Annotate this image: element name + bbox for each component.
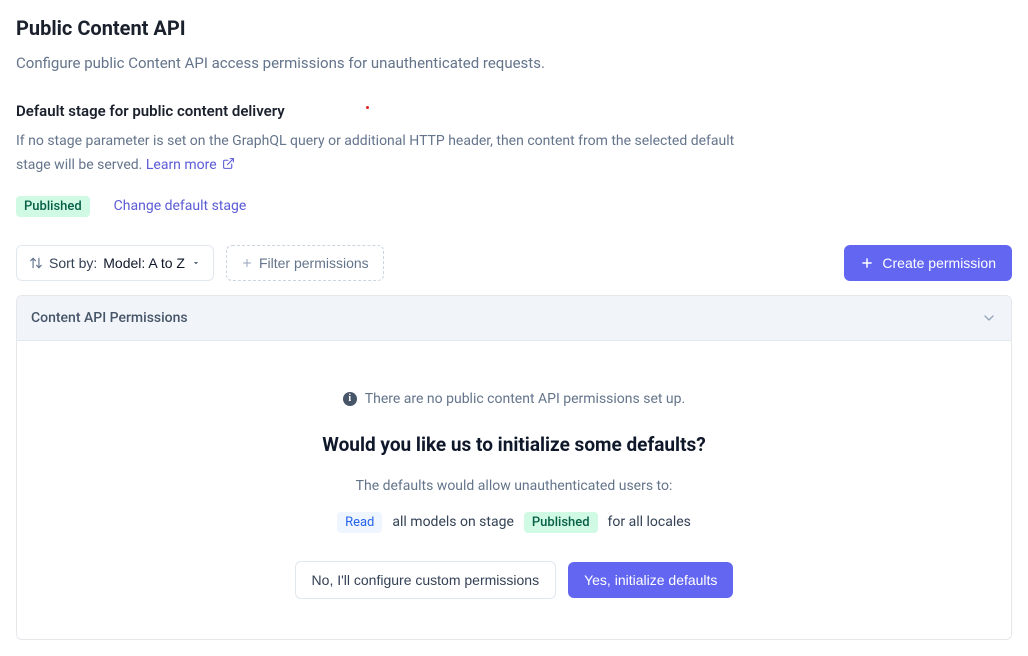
empty-state-heading: Would you like us to initialize some def… [37,433,991,456]
yes-initialize-defaults-button[interactable]: Yes, initialize defaults [568,562,733,598]
chevron-down-icon [981,310,997,326]
no-custom-permissions-button[interactable]: No, I'll configure custom permissions [295,561,557,599]
external-link-icon [222,157,235,170]
empty-state-buttons: No, I'll configure custom permissions Ye… [37,561,991,599]
permissions-panel-header[interactable]: Content API Permissions [17,296,1011,341]
info-icon: i [343,392,357,406]
default-stage-heading: Default stage for public content deliver… [16,102,1012,120]
create-permission-label: Create permission [882,255,996,271]
filter-label: Filter permissions [259,255,369,271]
empty-state-desc: The defaults would allow unauthenticated… [37,478,991,494]
filter-permissions-button[interactable]: Filter permissions [226,245,384,281]
sort-value: Model: A to Z [103,255,185,271]
default-stage-row: Published Change default stage [16,196,1012,217]
decorative-dot [366,106,369,109]
plus-icon [860,256,874,270]
permissions-panel: Content API Permissions i There are no p… [16,295,1012,640]
learn-more-label: Learn more [146,157,217,173]
default-stage-text: If no stage parameter is set on the Grap… [16,133,734,173]
create-permission-button[interactable]: Create permission [844,245,1012,281]
sort-button[interactable]: Sort by: Model: A to Z [16,245,214,281]
learn-more-link[interactable]: Learn more [146,157,235,173]
sort-icon [29,256,43,270]
text-segment: for all locales [608,514,691,530]
permissions-panel-body: i There are no public content API permis… [17,341,1011,639]
default-stage-description: If no stage parameter is set on the Grap… [16,130,736,178]
panel-title: Content API Permissions [31,310,188,326]
toolbar: Sort by: Model: A to Z Filter permission… [16,245,1012,281]
sort-prefix: Sort by: [49,255,97,271]
published-badge: Published [524,512,598,533]
text-segment: all models on stage [392,514,513,530]
page-subtitle: Configure public Content API access perm… [16,54,1012,72]
published-badge: Published [16,196,90,217]
read-badge: Read [337,512,382,533]
page-title: Public Content API [16,16,1012,40]
empty-state-line: i There are no public content API permis… [37,391,991,407]
plus-icon [241,257,253,269]
change-default-stage-link[interactable]: Change default stage [114,198,247,214]
chevron-down-icon [191,258,201,268]
defaults-preview-row: Read all models on stage Published for a… [37,512,991,533]
empty-state-text: There are no public content API permissi… [365,391,685,407]
yes-label: Yes, initialize defaults [584,572,717,588]
